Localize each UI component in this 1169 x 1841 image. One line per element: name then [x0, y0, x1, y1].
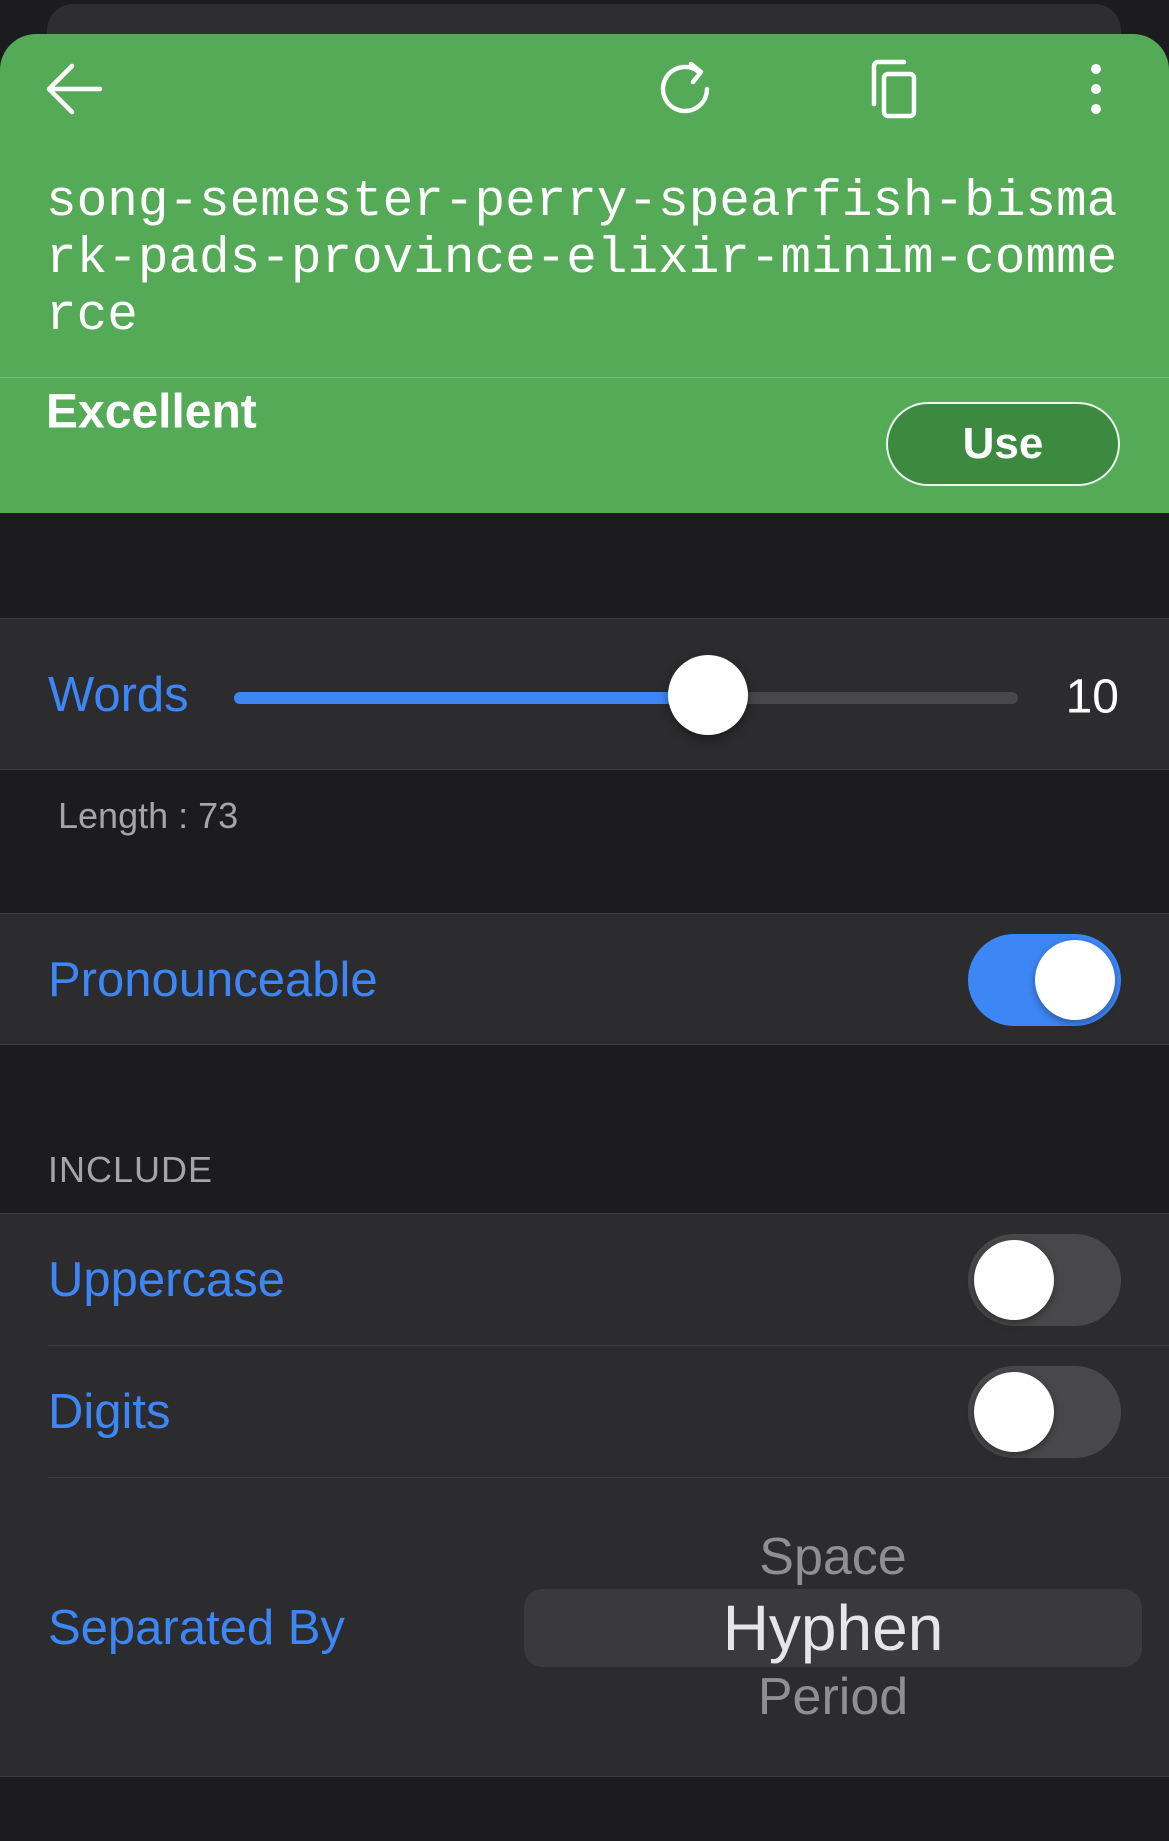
- uppercase-toggle[interactable]: [968, 1234, 1121, 1326]
- words-slider-thumb[interactable]: [668, 655, 749, 735]
- digits-toggle[interactable]: [968, 1366, 1121, 1458]
- picker-option-period[interactable]: Period: [758, 1667, 908, 1727]
- divider: [0, 1044, 1169, 1045]
- strength-label: Excellent: [46, 385, 257, 439]
- words-slider-track[interactable]: [234, 692, 1018, 704]
- use-button[interactable]: Use: [886, 402, 1120, 486]
- password-header: song-semester-perry-spearfish-bismark-pa…: [0, 34, 1169, 513]
- divider: [48, 1477, 1169, 1478]
- copy-icon[interactable]: [858, 54, 928, 124]
- toggle-knob: [1035, 940, 1115, 1020]
- picker-option-space[interactable]: Space: [759, 1527, 906, 1587]
- separated-by-label: Separated By: [48, 1601, 345, 1655]
- uppercase-label: Uppercase: [48, 1253, 285, 1307]
- toggle-knob: [974, 1240, 1054, 1320]
- words-slider-fill: [234, 692, 709, 704]
- digits-label: Digits: [48, 1385, 171, 1439]
- pronounceable-toggle[interactable]: [968, 934, 1121, 1026]
- divider: [48, 1345, 1169, 1346]
- picker-option-hyphen[interactable]: Hyphen: [723, 1591, 944, 1665]
- include-section-header: INCLUDE: [48, 1149, 214, 1190]
- length-text: Length : 73: [58, 795, 239, 836]
- refresh-icon[interactable]: [651, 54, 721, 124]
- header-divider: [0, 377, 1169, 378]
- arrow-left-icon[interactable]: [39, 54, 109, 124]
- toggle-knob: [974, 1372, 1054, 1452]
- divider: [0, 769, 1169, 770]
- pronounceable-label: Pronounceable: [48, 953, 378, 1007]
- divider: [0, 1776, 1169, 1777]
- words-value: 10: [1065, 670, 1119, 724]
- words-label: Words: [48, 668, 189, 722]
- generated-password: song-semester-perry-spearfish-bismark-pa…: [46, 174, 1118, 345]
- more-vertical-icon[interactable]: [1061, 54, 1131, 124]
